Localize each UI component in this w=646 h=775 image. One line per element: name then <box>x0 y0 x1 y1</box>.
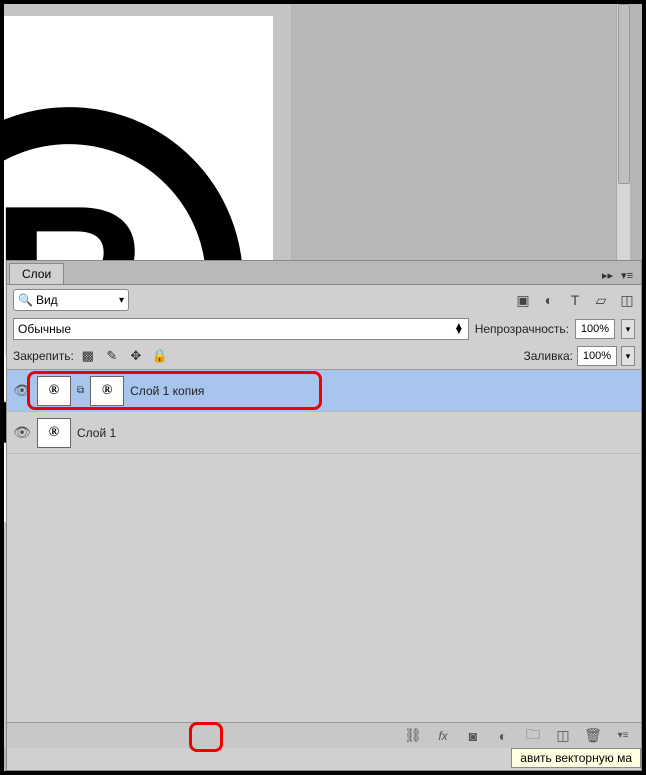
filter-type-icon[interactable]: T <box>567 292 583 308</box>
blend-mode-select[interactable]: Обычные ▲▼ <box>13 318 469 340</box>
filter-label: Вид <box>36 293 58 307</box>
chevron-updown-icon: ▾ <box>119 295 124 306</box>
tab-layers[interactable]: Слои <box>9 263 64 284</box>
fx-icon[interactable]: fx <box>435 728 451 744</box>
scrollbar-thumb[interactable] <box>618 4 630 184</box>
add-mask-icon[interactable]: ◙ <box>465 728 481 744</box>
group-icon[interactable]: 🗀 <box>525 728 541 744</box>
filter-adjust-icon[interactable]: ◐ <box>541 292 557 308</box>
filter-shape-icon[interactable]: ▱ <box>593 292 609 308</box>
lock-label: Закрепить: <box>13 349 74 363</box>
layer-name[interactable]: Слой 1 копия <box>130 384 204 398</box>
link-layers-icon[interactable]: ⛓ <box>405 728 421 744</box>
filter-pixel-icon[interactable]: ▣ <box>515 292 531 308</box>
opacity-label: Непрозрачность: <box>475 322 569 336</box>
layer-filter-select[interactable]: 🔍 Вид ▾ <box>13 289 129 311</box>
lock-all-icon[interactable]: 🔒 <box>152 348 168 364</box>
lock-pixels-icon[interactable]: ✎ <box>104 348 120 364</box>
visibility-icon[interactable]: 👁 <box>13 382 31 399</box>
layer-thumbnail[interactable]: ® <box>37 376 71 406</box>
layers-bottom-bar: ⛓ fx ◙ ◐ 🗀 ◫ 🗑 ▾≡ <box>7 722 641 748</box>
fill-label: Заливка: <box>523 349 573 363</box>
opacity-input[interactable]: 100% <box>575 319 615 339</box>
delete-icon[interactable]: 🗑 <box>585 728 601 744</box>
layer-row[interactable]: 👁 ® Слой 1 <box>7 412 641 454</box>
mask-link-icon[interactable]: ⧉ <box>77 385 84 396</box>
mask-thumbnail[interactable]: ® <box>90 376 124 406</box>
layer-thumbnail[interactable]: ® <box>37 418 71 448</box>
expand-icon[interactable]: ▸▸ <box>598 267 617 284</box>
lock-position-icon[interactable]: ✥ <box>128 348 144 364</box>
blend-mode-value: Обычные <box>18 322 71 336</box>
fill-chevron[interactable]: ▾ <box>621 346 635 366</box>
panel-menu-icon[interactable]: ▾≡ <box>615 728 631 744</box>
lock-transparency-icon[interactable]: ▩ <box>80 348 96 364</box>
adjustment-icon[interactable]: ◐ <box>495 728 511 744</box>
layers-list: 👁 ® ⧉ ® Слой 1 копия 👁 ® Слой 1 <box>7 369 641 454</box>
opacity-chevron[interactable]: ▾ <box>621 319 635 339</box>
layer-name[interactable]: Слой 1 <box>77 426 116 440</box>
layer-row[interactable]: 👁 ® ⧉ ® Слой 1 копия <box>7 370 641 412</box>
search-icon: 🔍 <box>18 293 33 307</box>
filter-smart-icon[interactable]: ◫ <box>619 292 635 308</box>
tooltip: авить векторную ма <box>511 748 641 768</box>
layers-panel: Слои ▸▸ ▾≡ 🔍 Вид ▾ ▣ ◐ T ▱ ◫ Обычные <box>6 260 642 771</box>
new-layer-icon[interactable]: ◫ <box>555 728 571 744</box>
chevron-updown-icon: ▲▼ <box>454 324 464 334</box>
fill-input[interactable]: 100% <box>577 346 617 366</box>
panel-menu-icon[interactable]: ▾≡ <box>617 267 637 284</box>
visibility-icon[interactable]: 👁 <box>13 424 31 441</box>
